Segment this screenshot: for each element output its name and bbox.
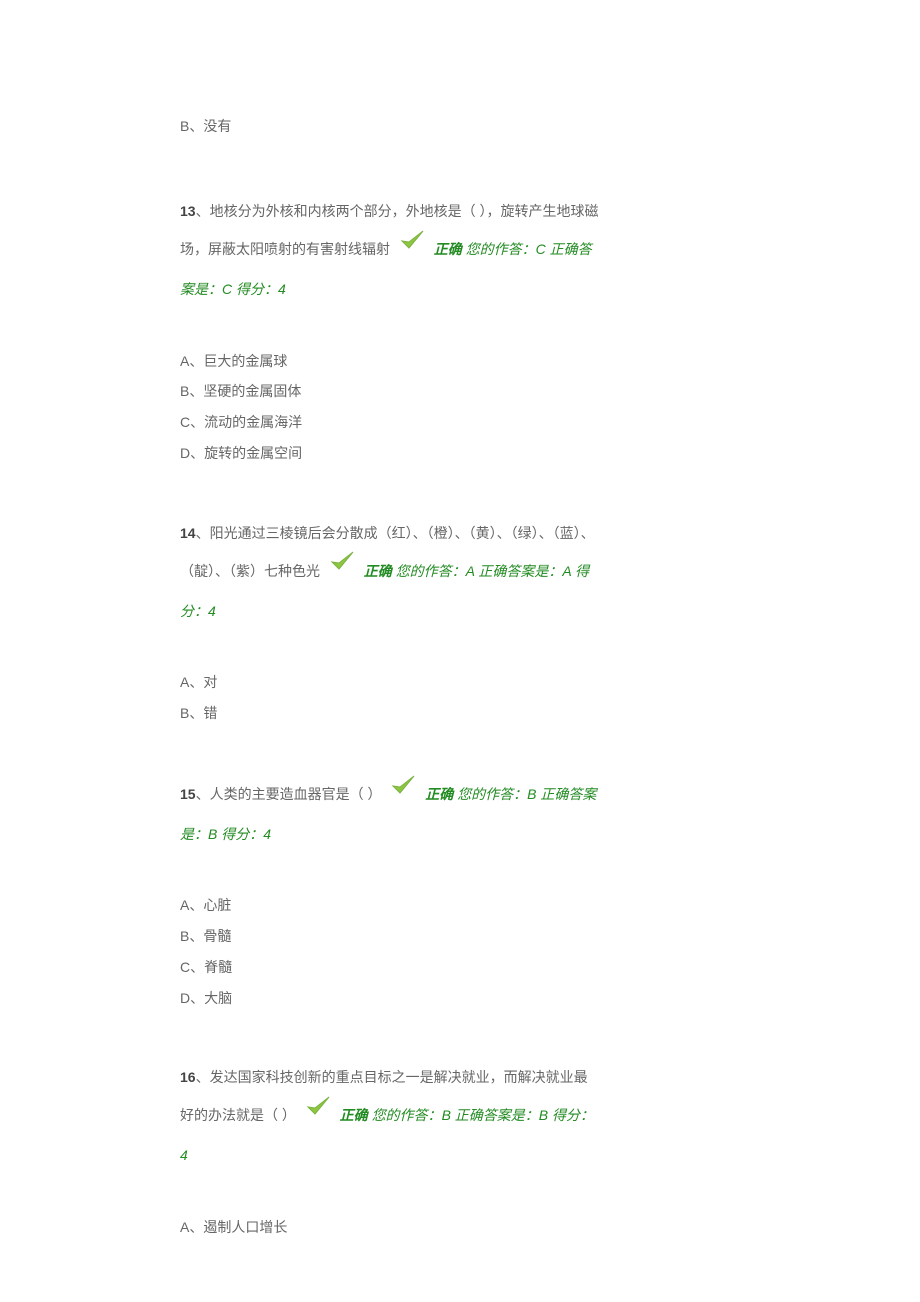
- score-value: 4: [180, 1147, 188, 1163]
- checkmark-icon: [328, 547, 356, 588]
- quiz-content: B、没有 13、地核分为外核和内核两个部分，外地核是（ ），旋转产生地球磁场，屏…: [180, 115, 600, 1242]
- checkmark-icon: [304, 1092, 332, 1133]
- options-list: A、遏制人口增长: [180, 1212, 600, 1243]
- question-16: 16、发达国家科技创新的重点目标之一是解决就业，而解决就业最好的办法就是（ ） …: [180, 1059, 600, 1242]
- score-value: 4: [263, 826, 271, 842]
- score-value: 4: [208, 603, 216, 619]
- score-label: 得分：: [548, 1107, 594, 1123]
- options-list: A、心脏 B、骨髓 C、脊髓 D、大脑: [180, 890, 600, 1013]
- right-answer: A: [562, 563, 571, 579]
- score-label: 得分：: [232, 281, 278, 297]
- your-answer-label: 您的作答：: [396, 563, 466, 579]
- question-13: 13、地核分为外核和内核两个部分，外地核是（ ），旋转产生地球磁场，屏蔽太阳喷射…: [180, 193, 600, 468]
- question-number: 15: [180, 786, 196, 802]
- result-correct-label: 正确: [434, 241, 462, 257]
- question-number: 14: [180, 525, 196, 541]
- your-answer: A: [466, 563, 475, 579]
- option: A、遏制人口增长: [180, 1212, 600, 1243]
- your-answer-label: 您的作答：: [466, 241, 536, 257]
- checkmark-icon: [398, 226, 426, 267]
- question-number: 13: [180, 203, 196, 219]
- result-correct-label: 正确: [425, 786, 453, 802]
- option: B、坚硬的金属固体: [180, 376, 600, 407]
- option: C、脊髓: [180, 952, 600, 983]
- option: A、对: [180, 667, 600, 698]
- orphan-option: B、没有: [180, 115, 600, 137]
- right-answer: C: [222, 281, 232, 297]
- option: C、流动的金属海洋: [180, 407, 600, 438]
- right-answer-label: 正确答案是：: [451, 1107, 539, 1123]
- your-answer: B: [442, 1107, 451, 1123]
- result-correct-label: 正确: [364, 563, 392, 579]
- options-list: A、对 B、错: [180, 667, 600, 729]
- question-stem: 、人类的主要造血器官是（ ）: [196, 786, 386, 802]
- option: A、心脏: [180, 890, 600, 921]
- right-answer-label: 正确答案是：: [475, 563, 563, 579]
- result-correct-label: 正确: [340, 1107, 368, 1123]
- options-list: A、巨大的金属球 B、坚硬的金属固体 C、流动的金属海洋 D、旋转的金属空间: [180, 346, 600, 469]
- option: B、骨髓: [180, 921, 600, 952]
- option: D、旋转的金属空间: [180, 438, 600, 469]
- option: A、巨大的金属球: [180, 346, 600, 377]
- your-answer: C: [536, 241, 546, 257]
- checkmark-icon: [389, 771, 417, 812]
- your-answer-label: 您的作答：: [372, 1107, 442, 1123]
- option: B、错: [180, 698, 600, 729]
- score-label: 得分：: [217, 826, 263, 842]
- question-15: 15、人类的主要造血器官是（ ） 正确 您的作答：B 正确答案是：B 得分：4 …: [180, 775, 600, 1014]
- question-number: 16: [180, 1069, 196, 1085]
- right-answer: B: [539, 1107, 548, 1123]
- score-value: 4: [278, 281, 286, 297]
- right-answer: B: [208, 826, 217, 842]
- your-answer-label: 您的作答：: [457, 786, 527, 802]
- question-14: 14、阳光通过三棱镜后会分散成（红）、（橙）、（黄）、（绿）、（蓝）、（靛）、（…: [180, 515, 600, 729]
- option: D、大脑: [180, 983, 600, 1014]
